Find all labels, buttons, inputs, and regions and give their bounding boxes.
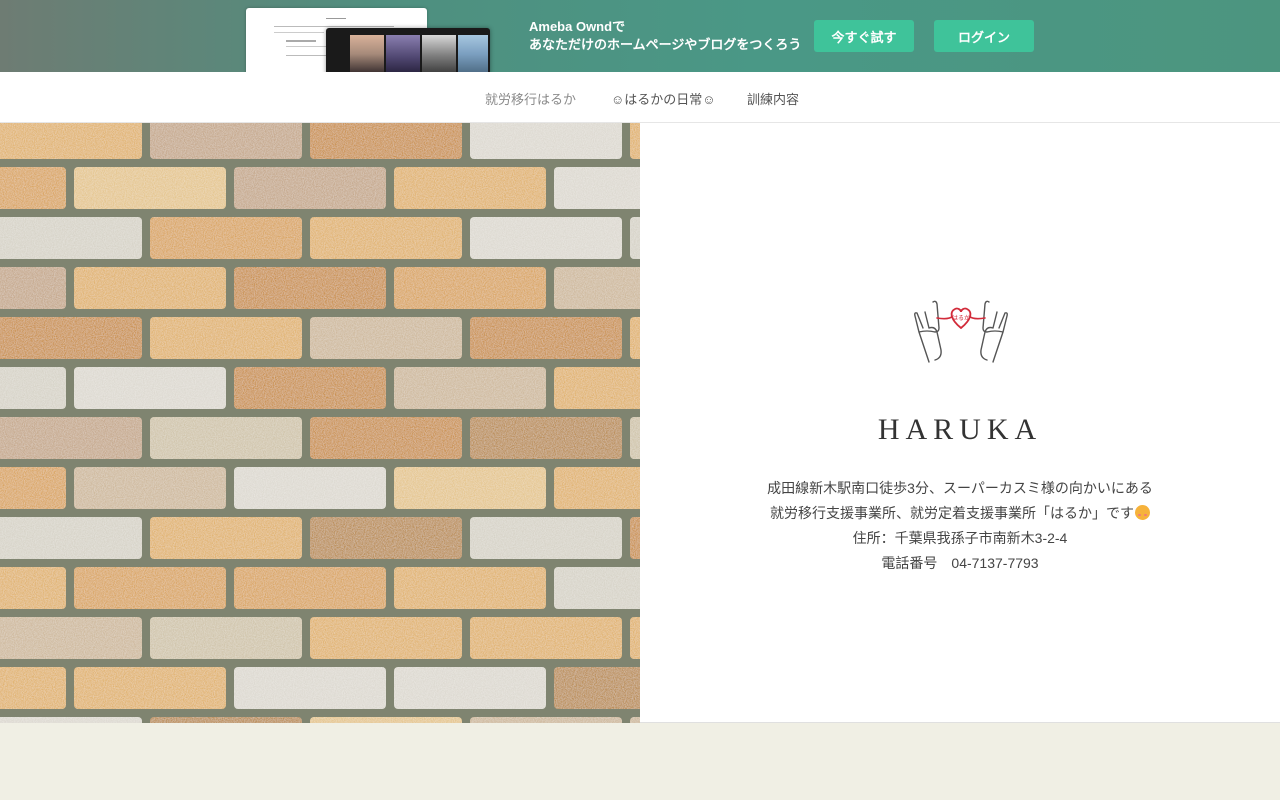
description-line-phone: 電話番号 04-7137-7793: [881, 555, 1039, 571]
brick: [74, 167, 226, 209]
brick: [630, 617, 640, 659]
brick: [0, 717, 142, 723]
intro-panel: はるか HARUKA 成田線新木駅南口徒歩3分、スーパーカスミ様の向かいにある …: [640, 123, 1280, 723]
pinky-promise-logo: はるか: [905, 298, 1017, 366]
pinky-hands-icon: はるか: [914, 300, 1008, 363]
nav-item-daily-blog[interactable]: ☺はるかの日常☺: [611, 89, 716, 108]
brick: [394, 667, 546, 709]
brick: [630, 517, 640, 559]
brick: [310, 717, 462, 723]
brick: [234, 667, 386, 709]
brick: [554, 467, 640, 509]
footer-area: [0, 724, 1280, 800]
brick: [0, 123, 142, 159]
brick: [0, 467, 66, 509]
banner-brand-line: Ameba Owndで: [529, 19, 626, 34]
brick: [74, 367, 226, 409]
brick: [234, 367, 386, 409]
brick: [74, 667, 226, 709]
brick: [0, 267, 66, 309]
site-preview-dark-image: [326, 28, 490, 72]
brick: [150, 217, 302, 259]
brick: [554, 567, 640, 609]
site-nav: 就労移行はるか ☺はるかの日常☺ 訓練内容: [0, 72, 1280, 123]
brick: [394, 267, 546, 309]
try-now-button[interactable]: 今すぐ試す: [814, 20, 914, 52]
brick: [150, 517, 302, 559]
brick: [630, 217, 640, 259]
brick: [394, 367, 546, 409]
brick: [150, 717, 302, 723]
brick: [310, 317, 462, 359]
brick: [630, 317, 640, 359]
brick: [470, 717, 622, 723]
brick: [0, 667, 66, 709]
brick: [310, 123, 462, 159]
brick: [310, 517, 462, 559]
description-line-location: 成田線新木駅南口徒歩3分、スーパーカスミ様の向かいにある: [767, 480, 1153, 496]
smile-emoji-icon: [1135, 505, 1150, 520]
nav-item-home[interactable]: 就労移行はるか: [485, 89, 576, 108]
brick: [150, 317, 302, 359]
brick-wall-image: [0, 123, 640, 723]
brick: [234, 467, 386, 509]
brick: [310, 417, 462, 459]
brick: [0, 417, 142, 459]
banner-tagline: あなただけのホームページやブログをつくろう: [529, 37, 802, 52]
brick: [150, 417, 302, 459]
brick: [554, 667, 640, 709]
brick: [470, 317, 622, 359]
brick: [470, 517, 622, 559]
brick: [554, 367, 640, 409]
brick: [234, 567, 386, 609]
description-line-service: 就労移行支援事業所、就労定着支援事業所「はるか」です: [640, 501, 1280, 526]
brick: [394, 167, 546, 209]
brick: [310, 617, 462, 659]
brick: [74, 467, 226, 509]
brick: [234, 267, 386, 309]
brick: [0, 517, 142, 559]
brick: [0, 167, 66, 209]
brick: [470, 123, 622, 159]
site-description: 成田線新木駅南口徒歩3分、スーパーカスミ様の向かいにある 就労移行支援事業所、就…: [640, 476, 1280, 576]
logo-text: はるか: [952, 315, 970, 322]
nav-item-training[interactable]: 訓練内容: [747, 89, 799, 108]
brick: [630, 717, 640, 723]
brick: [150, 123, 302, 159]
brick: [470, 417, 622, 459]
brick: [74, 267, 226, 309]
brick: [0, 617, 142, 659]
brick: [470, 217, 622, 259]
login-button[interactable]: ログイン: [934, 20, 1034, 52]
brick: [470, 617, 622, 659]
brick: [394, 567, 546, 609]
brick: [310, 217, 462, 259]
hero-section: はるか HARUKA 成田線新木駅南口徒歩3分、スーパーカスミ様の向かいにある …: [0, 123, 1280, 723]
description-line-service-text: 就労移行支援事業所、就労定着支援事業所「はるか」です: [770, 505, 1134, 521]
brick: [630, 123, 640, 159]
brick: [630, 417, 640, 459]
description-line-address: 住所：千葉県我孫子市南新木3-2-4: [852, 530, 1068, 546]
brick: [554, 167, 640, 209]
brick: [394, 467, 546, 509]
site-title: HARUKA: [877, 413, 1043, 446]
brick: [0, 567, 66, 609]
brick: [554, 267, 640, 309]
brick: [0, 367, 66, 409]
brick: [0, 217, 142, 259]
ameba-promo-banner: Ameba Owndで あなただけのホームページやブログをつくろう 今すぐ試す …: [0, 0, 1280, 72]
brick: [0, 317, 142, 359]
brick: [74, 567, 226, 609]
brick: [234, 167, 386, 209]
brick: [150, 617, 302, 659]
banner-copy: Ameba Owndで あなただけのホームページやブログをつくろう: [529, 18, 801, 54]
